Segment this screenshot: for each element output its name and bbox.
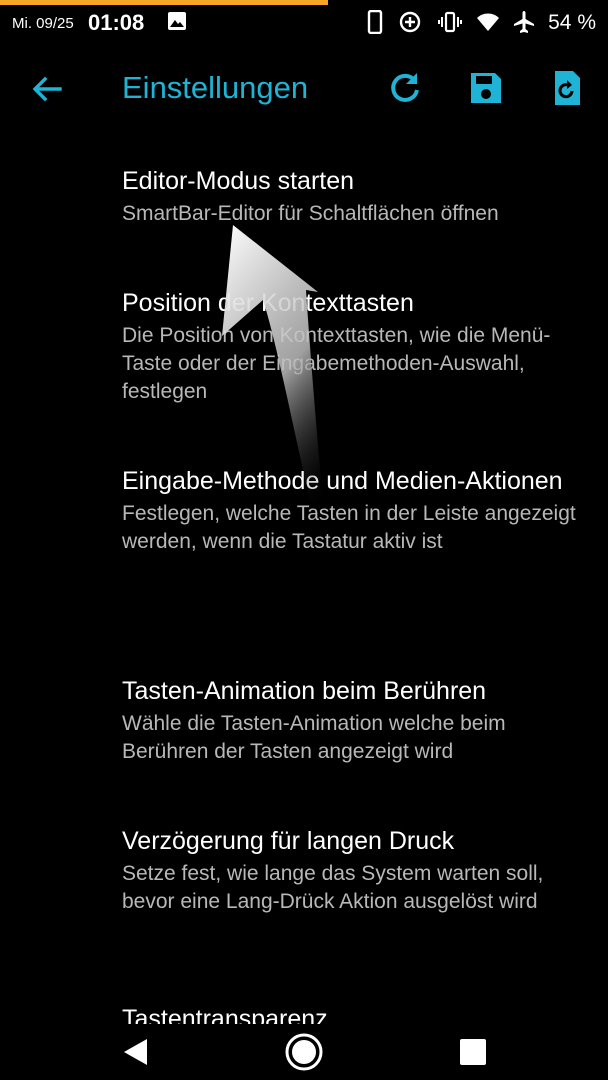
refresh-icon[interactable]	[385, 68, 425, 108]
toolbar: Einstellungen	[0, 50, 608, 130]
setting-editor-mode[interactable]: Editor-Modus starten SmartBar-Editor für…	[122, 166, 582, 228]
image-notification-icon	[168, 12, 186, 30]
setting-title: Tasten-Animation beim Berühren	[122, 677, 487, 705]
save-icon[interactable]	[466, 68, 506, 108]
status-time: 01:08	[88, 10, 145, 35]
battery-percentage: 54 %	[548, 11, 596, 34]
setting-title: Editor-Modus starten	[122, 167, 355, 195]
arrow-left-icon[interactable]	[30, 72, 64, 106]
nav-back-icon[interactable]	[116, 1032, 156, 1072]
setting-subtitle: SmartBar-Editor für Schaltflächen öffnen	[122, 202, 499, 225]
airplane-mode-icon	[514, 11, 534, 33]
page-title: Einstellungen	[122, 70, 309, 105]
navigation-bar	[0, 1024, 608, 1080]
setting-subtitle: Festlegen, welche Tasten in der Leiste a…	[122, 502, 576, 553]
setting-subtitle: Die Position von Kontexttasten, wie die …	[122, 324, 551, 403]
setting-long-press-delay[interactable]: Verzögerung für langen Druck Setze fest,…	[122, 826, 582, 916]
setting-title: Verzögerung für langen Druck	[122, 827, 455, 855]
status-date: Mi. 09/25	[12, 15, 74, 32]
phone-icon	[367, 10, 383, 34]
setting-subtitle: Wähle die Tasten-Animation welche beim B…	[122, 712, 506, 763]
setting-title: Eingabe-Methode und Medien-Aktionen	[122, 467, 563, 495]
nav-home-icon[interactable]	[284, 1032, 324, 1072]
download-progress-bar	[0, 0, 328, 5]
data-saver-icon	[399, 11, 421, 33]
wifi-icon	[477, 13, 499, 31]
nav-recents-icon[interactable]	[453, 1032, 493, 1072]
setting-context-keys-position[interactable]: Position der Kontexttasten Die Position …	[122, 288, 582, 406]
vibrate-icon	[438, 11, 462, 33]
setting-input-media-actions[interactable]: Eingabe-Methode und Medien-Aktionen Fest…	[122, 466, 582, 556]
setting-key-animation[interactable]: Tasten-Animation beim Berühren Wähle die…	[122, 676, 582, 766]
restore-icon[interactable]	[547, 68, 587, 108]
setting-subtitle: Setze fest, wie lange das System warten …	[122, 862, 544, 913]
status-bar: Mi. 09/25 01:08 54 %	[0, 6, 608, 40]
setting-title: Position der Kontexttasten	[122, 289, 414, 317]
